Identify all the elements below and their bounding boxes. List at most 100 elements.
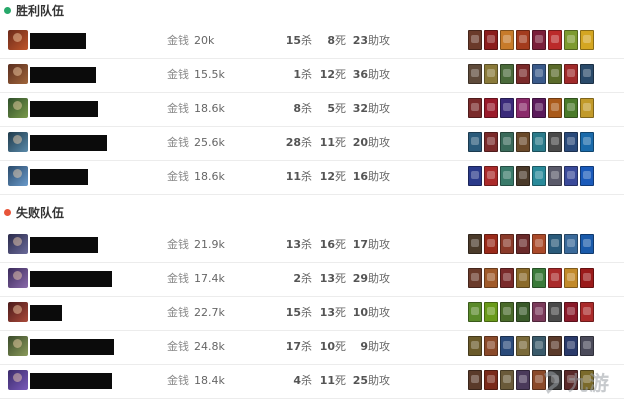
item-icon[interactable] [532,132,546,152]
item-icon[interactable] [500,166,514,186]
item-icon[interactable] [580,98,594,118]
item-icon[interactable] [484,336,498,356]
item-icon[interactable] [484,166,498,186]
item-icon[interactable] [500,268,514,288]
item-icon[interactable] [548,30,562,50]
item-icon[interactable] [516,132,530,152]
item-icon[interactable] [484,302,498,322]
item-icon[interactable] [468,268,482,288]
item-icon[interactable] [516,30,530,50]
item-icon[interactable] [548,64,562,84]
champion-avatar[interactable] [8,64,28,84]
item-icon[interactable] [532,98,546,118]
item-icon[interactable] [564,132,578,152]
item-icon[interactable] [468,234,482,254]
item-icon[interactable] [548,166,562,186]
item-icon[interactable] [580,234,594,254]
item-icon[interactable] [468,98,482,118]
gold-value: 17.4k [194,272,225,285]
player-gold: 金钱 18.4k [167,364,225,398]
item-icon[interactable] [564,268,578,288]
item-icon[interactable] [532,64,546,84]
item-icon[interactable] [516,98,530,118]
player-row[interactable]: 金钱 15.5k 1杀 12死 36助攻 [0,58,624,93]
item-icon[interactable] [484,132,498,152]
item-icon[interactable] [468,132,482,152]
player-row[interactable]: 金钱 18.6k 11杀 12死 16助攻 [0,160,624,195]
player-row[interactable]: 金钱 17.4k 2杀 13死 29助攻 [0,262,624,297]
player-row[interactable]: 金钱 18.6k 8杀 5死 32助攻 [0,92,624,127]
item-icon[interactable] [580,64,594,84]
item-icon[interactable] [532,302,546,322]
item-icon[interactable] [516,64,530,84]
item-icon[interactable] [500,370,514,390]
item-icon[interactable] [516,268,530,288]
kills-unit: 杀 [301,136,312,149]
item-icon[interactable] [548,132,562,152]
item-icon[interactable] [516,234,530,254]
item-icon[interactable] [484,64,498,84]
item-icon[interactable] [500,98,514,118]
item-icon[interactable] [516,370,530,390]
item-icon[interactable] [532,234,546,254]
item-icon[interactable] [564,234,578,254]
item-icon[interactable] [516,166,530,186]
item-icon[interactable] [548,234,562,254]
item-icon[interactable] [468,64,482,84]
kills-value: 15 [285,34,301,47]
player-row[interactable]: 金钱 24.8k 17杀 10死 9助攻 [0,330,624,365]
item-icon[interactable] [580,268,594,288]
item-icon[interactable] [564,30,578,50]
item-icon[interactable] [516,336,530,356]
item-icon[interactable] [564,166,578,186]
item-icon[interactable] [468,302,482,322]
item-icon[interactable] [516,302,530,322]
item-icon[interactable] [500,302,514,322]
item-icon[interactable] [484,98,498,118]
item-icon[interactable] [500,64,514,84]
item-icon[interactable] [468,166,482,186]
item-icon[interactable] [548,302,562,322]
champion-avatar[interactable] [8,302,28,322]
item-icon[interactable] [564,98,578,118]
item-icon[interactable] [548,336,562,356]
item-icon[interactable] [580,336,594,356]
item-icon[interactable] [468,370,482,390]
item-icon[interactable] [532,30,546,50]
item-icon[interactable] [500,336,514,356]
item-icon[interactable] [468,336,482,356]
item-icon[interactable] [468,30,482,50]
item-icon[interactable] [532,268,546,288]
champion-avatar[interactable] [8,234,28,254]
champion-avatar[interactable] [8,132,28,152]
item-icon[interactable] [484,234,498,254]
item-icon[interactable] [484,30,498,50]
player-row[interactable]: 金钱 18.4k 4杀 11死 25助攻 [0,364,624,399]
item-icon[interactable] [548,98,562,118]
item-icon[interactable] [500,30,514,50]
item-icon[interactable] [564,302,578,322]
champion-avatar[interactable] [8,166,28,186]
player-row[interactable]: 金钱 22.7k 15杀 13死 10助攻 [0,296,624,331]
item-icon[interactable] [484,370,498,390]
champion-avatar[interactable] [8,98,28,118]
item-icon[interactable] [564,336,578,356]
item-icon[interactable] [532,166,546,186]
item-icon[interactable] [580,302,594,322]
champion-avatar[interactable] [8,336,28,356]
item-icon[interactable] [500,234,514,254]
item-icon[interactable] [564,64,578,84]
champion-avatar[interactable] [8,30,28,50]
item-icon[interactable] [580,132,594,152]
player-row[interactable]: 金钱 20k 15杀 8死 23助攻 [0,24,624,59]
champion-avatar[interactable] [8,268,28,288]
item-icon[interactable] [580,166,594,186]
item-icon[interactable] [548,268,562,288]
item-icon[interactable] [500,132,514,152]
item-icon[interactable] [580,30,594,50]
player-row[interactable]: 金钱 21.9k 13杀 16死 17助攻 [0,228,624,263]
player-row[interactable]: 金钱 25.6k 28杀 11死 20助攻 [0,126,624,161]
item-icon[interactable] [532,336,546,356]
item-icon[interactable] [484,268,498,288]
champion-avatar[interactable] [8,370,28,390]
